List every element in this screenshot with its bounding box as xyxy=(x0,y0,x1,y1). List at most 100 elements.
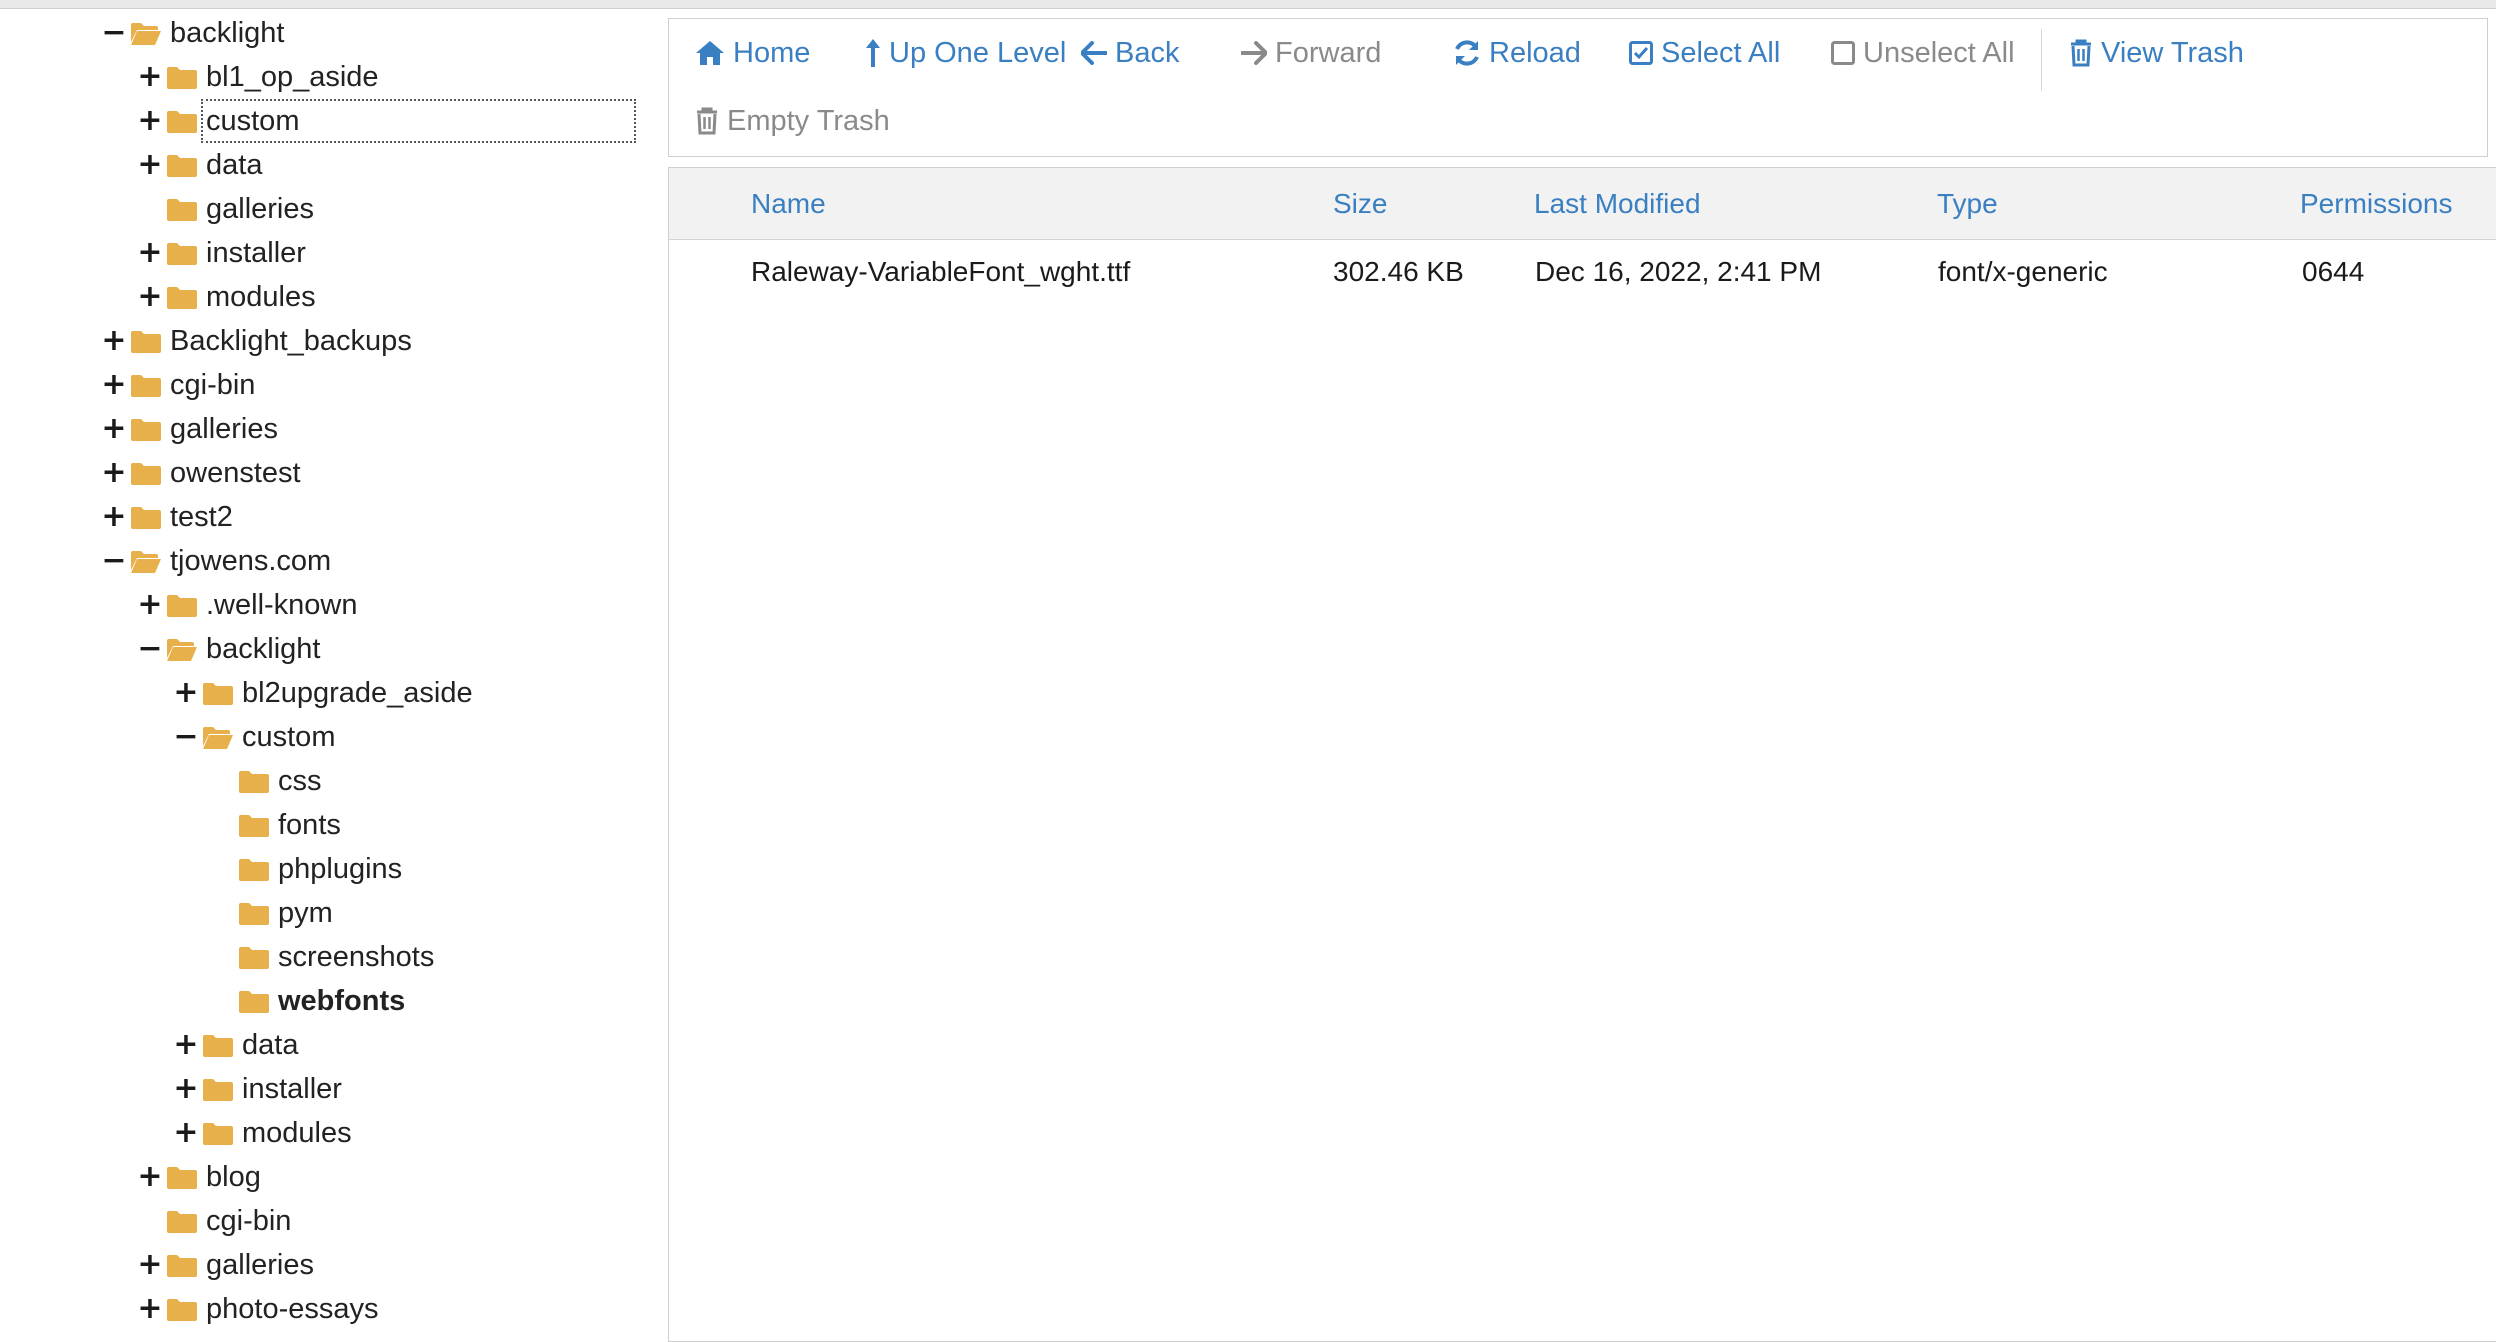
tree-item[interactable]: webfonts xyxy=(208,979,408,1023)
tree-item-label[interactable]: modules xyxy=(203,277,319,317)
back-button[interactable]: Back xyxy=(1081,33,1179,73)
expand-icon[interactable]: + xyxy=(100,407,128,451)
tree-item[interactable]: + installer xyxy=(136,231,309,275)
expand-icon[interactable]: + xyxy=(136,583,164,627)
expand-icon[interactable]: + xyxy=(136,275,164,319)
tree-item-label[interactable]: .well-known xyxy=(203,585,361,625)
tree-item[interactable]: phplugins xyxy=(208,847,405,891)
expand-icon[interactable]: + xyxy=(136,1243,164,1287)
tree-item-label[interactable]: galleries xyxy=(203,1245,317,1285)
tree-item[interactable]: pym xyxy=(208,891,336,935)
tree-item-label[interactable]: fonts xyxy=(275,805,344,845)
tree-item-label[interactable]: installer xyxy=(239,1069,345,1109)
tree-item[interactable]: + custom xyxy=(136,99,636,143)
tree-item-label[interactable]: css xyxy=(275,761,325,801)
expand-icon[interactable]: + xyxy=(136,1155,164,1199)
tree-item[interactable]: − backlight xyxy=(136,627,323,671)
tree-item[interactable]: screenshots xyxy=(208,935,437,979)
tree-item-label[interactable]: modules xyxy=(239,1113,355,1153)
expand-icon[interactable]: + xyxy=(172,1023,200,1067)
expand-icon[interactable]: + xyxy=(136,231,164,275)
column-header-last-modified[interactable]: Last Modified xyxy=(1534,168,1701,240)
tree-item[interactable]: fonts xyxy=(208,803,344,847)
tree-item[interactable]: + modules xyxy=(172,1111,355,1155)
column-header-type[interactable]: Type xyxy=(1937,168,1998,240)
tree-item-label[interactable]: custom xyxy=(239,717,338,757)
collapse-icon[interactable]: − xyxy=(100,539,128,583)
tree-item-label[interactable]: test2 xyxy=(167,497,236,537)
tree-item[interactable]: + cgi-bin xyxy=(100,363,258,407)
expand-icon[interactable]: + xyxy=(172,671,200,715)
expand-icon[interactable]: + xyxy=(136,1287,164,1328)
folder-svg xyxy=(167,1299,197,1321)
column-header-permissions[interactable]: Permissions xyxy=(2300,168,2452,240)
expand-icon[interactable]: + xyxy=(100,363,128,407)
tree-item[interactable]: + blog xyxy=(136,1155,264,1199)
tree-item-label[interactable]: data xyxy=(239,1025,301,1065)
tree-item-label[interactable]: galleries xyxy=(203,189,317,229)
tree-item-label[interactable]: blog xyxy=(203,1157,264,1197)
tree-item[interactable]: + owenstest xyxy=(100,451,304,495)
view-trash-button[interactable]: View Trash xyxy=(2069,33,2244,73)
tree-item-label[interactable]: owenstest xyxy=(167,453,304,493)
collapse-icon[interactable]: − xyxy=(136,627,164,671)
tree-item[interactable]: + galleries xyxy=(136,1243,317,1287)
expand-icon[interactable]: + xyxy=(100,495,128,539)
tree-item[interactable]: + photo-essays xyxy=(136,1287,382,1328)
tree-item-label[interactable]: photo-essays xyxy=(203,1289,382,1328)
empty-trash-button[interactable]: Empty Trash xyxy=(695,101,890,141)
reload-button[interactable]: Reload xyxy=(1453,33,1581,73)
tree-item-label[interactable]: bl1_op_aside xyxy=(203,57,382,97)
tree-item-label[interactable]: galleries xyxy=(167,409,281,449)
file-name-cell: Raleway-VariableFont_wght.ttf xyxy=(751,256,1131,287)
tree-item-label[interactable]: cgi-bin xyxy=(167,365,258,405)
expand-icon[interactable]: + xyxy=(136,143,164,187)
forward-button[interactable]: Forward xyxy=(1241,33,1381,73)
tree-item[interactable]: + installer xyxy=(172,1067,345,1111)
home-button[interactable]: Home xyxy=(695,33,810,73)
expand-icon[interactable]: + xyxy=(172,1067,200,1111)
folder-icon xyxy=(202,1120,234,1146)
tree-item[interactable]: css xyxy=(208,759,325,803)
expand-icon[interactable]: + xyxy=(136,55,164,99)
table-row[interactable]: Raleway-VariableFont_wght.ttf 302.46 KB … xyxy=(669,240,2496,304)
tree-item-label[interactable]: data xyxy=(203,145,265,185)
tree-item[interactable]: + test2 xyxy=(100,495,236,539)
tree-item[interactable]: + bl1_op_aside xyxy=(136,55,382,99)
tree-item[interactable]: + data xyxy=(136,143,265,187)
expand-icon[interactable]: + xyxy=(172,1111,200,1155)
tree-item[interactable]: + data xyxy=(172,1023,301,1067)
tree-item-label[interactable]: Backlight_backups xyxy=(167,321,415,361)
select-all-button[interactable]: Select All xyxy=(1629,33,1780,73)
collapse-icon[interactable]: − xyxy=(100,11,128,55)
tree-item[interactable]: + galleries xyxy=(100,407,281,451)
tree-item-label[interactable]: installer xyxy=(203,233,309,273)
up-one-level-button[interactable]: Up One Level xyxy=(865,33,1066,73)
tree-item-label[interactable]: pym xyxy=(275,893,336,933)
tree-item-label[interactable]: custom xyxy=(201,99,636,143)
tree-item-label[interactable]: screenshots xyxy=(275,937,437,977)
tree-item-label[interactable]: phplugins xyxy=(275,849,405,889)
expand-icon[interactable]: + xyxy=(136,99,164,143)
column-header-size[interactable]: Size xyxy=(1333,168,1387,240)
tree-item[interactable]: + bl2upgrade_aside xyxy=(172,671,476,715)
collapse-icon[interactable]: − xyxy=(172,715,200,759)
tree-item-label[interactable]: bl2upgrade_aside xyxy=(239,673,476,713)
tree-item-label[interactable]: backlight xyxy=(203,629,323,669)
tree-item[interactable]: + modules xyxy=(136,275,319,319)
expand-icon[interactable]: + xyxy=(100,451,128,495)
expand-icon[interactable]: + xyxy=(100,319,128,363)
unselect-all-button[interactable]: Unselect All xyxy=(1831,33,2015,73)
tree-item[interactable]: + Backlight_backups xyxy=(100,319,415,363)
tree-item-label[interactable]: tjowens.com xyxy=(167,541,334,581)
tree-item[interactable]: galleries xyxy=(136,187,317,231)
tree-item-label[interactable]: backlight xyxy=(167,13,287,53)
column-header-name[interactable]: Name xyxy=(751,168,826,240)
tree-item[interactable]: − tjowens.com xyxy=(100,539,334,583)
tree-item[interactable]: + .well-known xyxy=(136,583,361,627)
tree-item-label[interactable]: webfonts xyxy=(275,981,408,1021)
tree-item[interactable]: cgi-bin xyxy=(136,1199,294,1243)
tree-item[interactable]: − custom xyxy=(172,715,338,759)
tree-item-label[interactable]: cgi-bin xyxy=(203,1201,294,1241)
tree-item[interactable]: − backlight xyxy=(100,11,287,55)
